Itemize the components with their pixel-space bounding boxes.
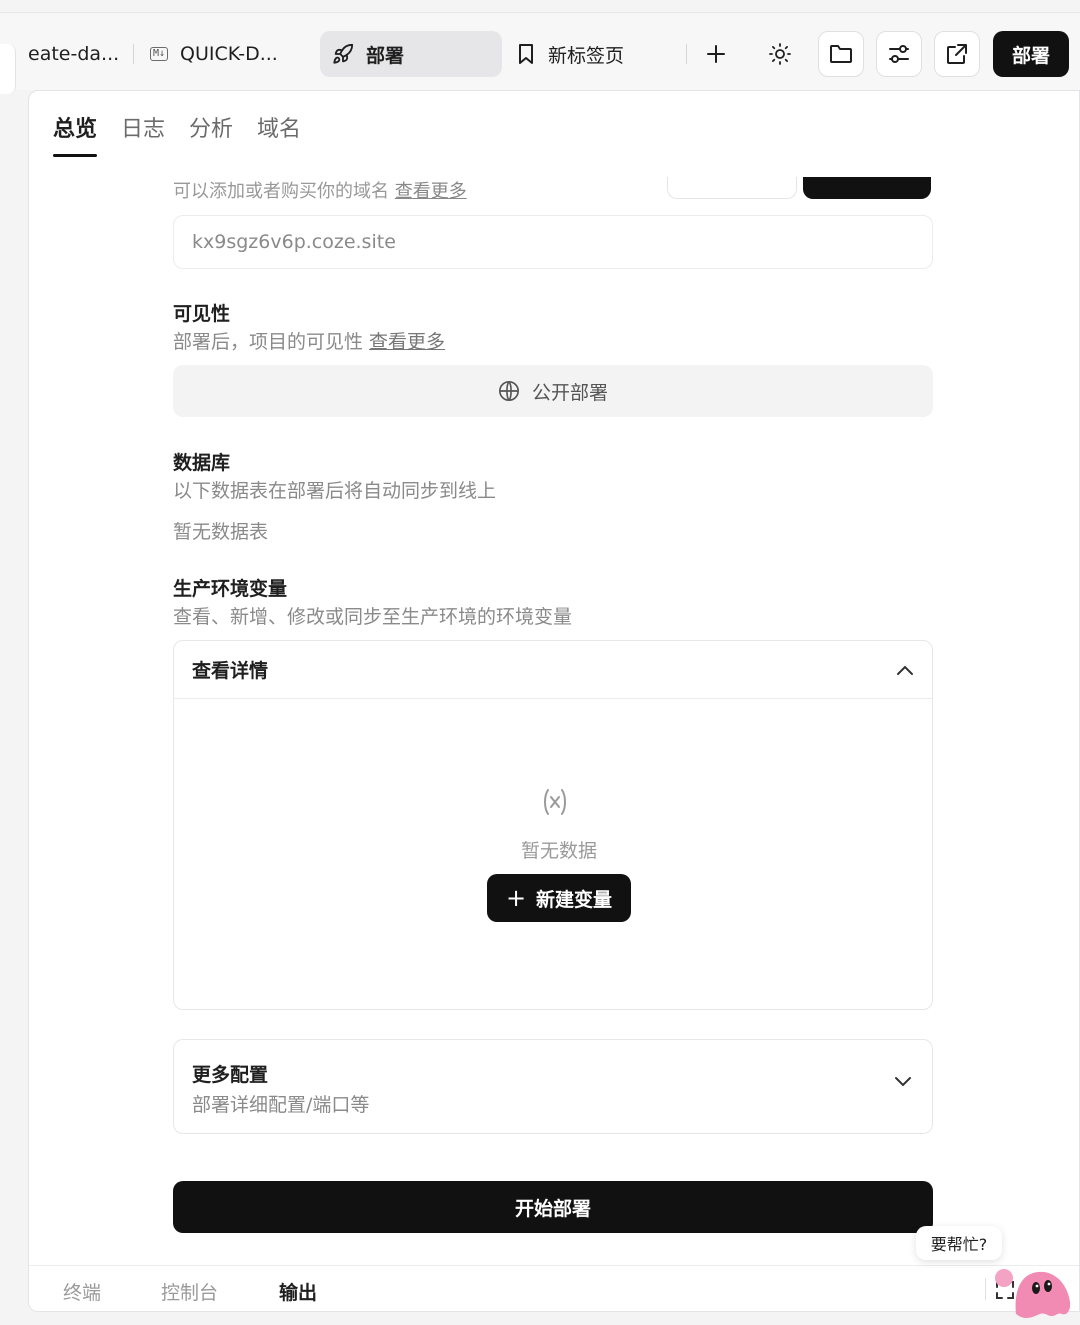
deploy-button[interactable]: 部署 (993, 31, 1069, 77)
domain-more-link[interactable]: 查看更多 (395, 181, 467, 202)
tab-divider (686, 44, 687, 64)
domain-field[interactable]: kx9sgz6v6p.coze.site (173, 215, 933, 269)
database-empty: 暂无数据表 (173, 521, 269, 543)
theme-toggle-button[interactable] (757, 31, 803, 77)
bottom-tab-terminal[interactable]: 终端 (63, 1278, 101, 1305)
help-bubble[interactable]: 要帮忙? (916, 1226, 1002, 1260)
plus-icon: + (505, 884, 527, 912)
domain-hint: 可以添加或者购买你的域名 查看更多 (173, 181, 467, 202)
chevron-up-icon[interactable] (896, 664, 914, 676)
new-variable-label: 新建变量 (536, 888, 613, 911)
visibility-title: 可见性 (173, 303, 231, 325)
sidebar-edge[interactable] (0, 44, 16, 94)
tab-divider (133, 44, 134, 64)
add-tab-button[interactable] (693, 31, 739, 77)
tab-label: 新标签页 (548, 44, 625, 67)
bottom-tab-output[interactable]: 输出 (279, 1278, 317, 1305)
domain-primary-button[interactable] (803, 177, 931, 199)
tab-label: eate-da... (28, 43, 120, 65)
variable-icon (544, 789, 566, 815)
settings-button[interactable] (876, 31, 922, 77)
database-desc: 以下数据表在部署后将自动同步到线上 (173, 480, 497, 502)
bottom-divider (985, 1278, 986, 1300)
subtab-logs[interactable]: 日志 (121, 111, 165, 157)
sun-icon (769, 43, 791, 65)
more-config-card[interactable]: 更多配置 部署详细配置/端口等 (173, 1039, 933, 1134)
tab-create-data[interactable]: eate-da... (28, 31, 128, 77)
new-variable-button[interactable]: + 新建变量 (487, 874, 631, 922)
more-config-title: 更多配置 (192, 1064, 269, 1086)
sliders-icon (889, 45, 909, 63)
external-link-icon (947, 44, 967, 64)
public-deploy-label: 公开部署 (531, 381, 608, 404)
files-button[interactable] (818, 31, 864, 77)
tab-new-tab[interactable]: 新标签页 (514, 31, 674, 77)
window-top-border (0, 12, 1080, 13)
chevron-down-icon[interactable] (894, 1076, 912, 1088)
scroll-clip (143, 159, 963, 177)
database-title: 数据库 (173, 452, 231, 474)
tab-label: 部署 (366, 44, 405, 67)
env-details-header[interactable]: 查看详情 (174, 641, 932, 699)
env-details-card: 查看详情 暂无数据 + 新建变量 (173, 640, 933, 1010)
domain-value: kx9sgz6v6p.coze.site (192, 231, 396, 253)
domain-secondary-button[interactable] (667, 177, 797, 199)
env-title: 生产环境变量 (173, 578, 288, 600)
env-details-title: 查看详情 (192, 660, 269, 682)
visibility-desc: 部署后，项目的可见性 查看更多 (173, 331, 446, 353)
subtab-nav: 总览 日志 分析 域名 (53, 111, 301, 157)
rocket-icon (332, 43, 354, 65)
env-empty-text: 暂无数据 (520, 840, 597, 862)
subtab-overview[interactable]: 总览 (53, 111, 98, 157)
env-desc: 查看、新增、修改或同步至生产环境的环境变量 (173, 606, 573, 628)
bottom-tab-console[interactable]: 控制台 (161, 1278, 218, 1305)
deploy-panel: 总览 日志 分析 域名 可以添加或者购买你的域名 查看更多 kx9sgz6v6p… (28, 90, 1080, 1312)
subtab-domains[interactable]: 域名 (257, 111, 301, 157)
subtab-analytics[interactable]: 分析 (189, 111, 233, 157)
plus-icon (707, 45, 725, 63)
assistant-mascot-icon[interactable] (990, 1256, 1080, 1320)
tab-bar: eate-da... M↓ QUICK-D... 部署 新标签页 部署 (0, 14, 1080, 94)
tab-label: QUICK-D... (180, 43, 278, 65)
markdown-icon: M↓ (150, 47, 169, 61)
tab-quick-doc[interactable]: M↓ QUICK-D... (150, 31, 310, 77)
bottom-panel-tabs: 终端 控制台 输出 (29, 1265, 1079, 1311)
globe-icon (498, 380, 520, 402)
visibility-more-link[interactable]: 查看更多 (369, 331, 445, 353)
start-deploy-button[interactable]: 开始部署 (173, 1181, 933, 1233)
open-external-button[interactable] (934, 31, 980, 77)
tab-deploy[interactable]: 部署 (320, 31, 502, 77)
public-deploy-button[interactable]: 公开部署 (173, 365, 933, 417)
bookmark-icon (516, 43, 536, 65)
folder-icon (830, 45, 852, 63)
more-config-desc: 部署详细配置/端口等 (192, 1094, 370, 1116)
